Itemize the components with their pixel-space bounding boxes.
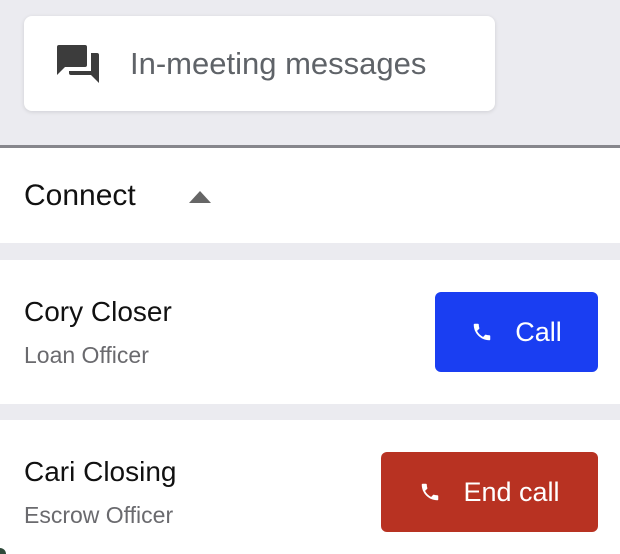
phone-icon xyxy=(473,323,491,341)
contact-name: Cory Closer xyxy=(24,296,172,327)
contact-name: Cari Closing xyxy=(24,456,177,487)
contact-role: Loan Officer xyxy=(24,342,149,368)
phone-icon xyxy=(422,483,439,501)
chat-bubbles-icon xyxy=(57,45,99,83)
in-meeting-messages-label: In-meeting messages xyxy=(130,46,427,81)
contact-role: Escrow Officer xyxy=(24,502,174,528)
contact-row: Cory Closer Loan Officer Call xyxy=(0,260,620,404)
connect-title: Connect xyxy=(24,179,136,212)
call-button[interactable]: Call xyxy=(435,292,598,372)
end-call-button-label: End call xyxy=(463,476,560,507)
top-toolbar-area: In-meeting messages xyxy=(0,0,620,145)
end-call-button[interactable]: End call xyxy=(381,452,598,532)
connect-section-header[interactable]: Connect xyxy=(0,148,620,243)
contact-row: Cari Closing Escrow Officer End call xyxy=(0,420,620,554)
call-button-label: Call xyxy=(515,316,562,347)
caret-up-icon[interactable] xyxy=(189,191,211,203)
in-meeting-messages-button[interactable]: In-meeting messages xyxy=(24,16,495,111)
